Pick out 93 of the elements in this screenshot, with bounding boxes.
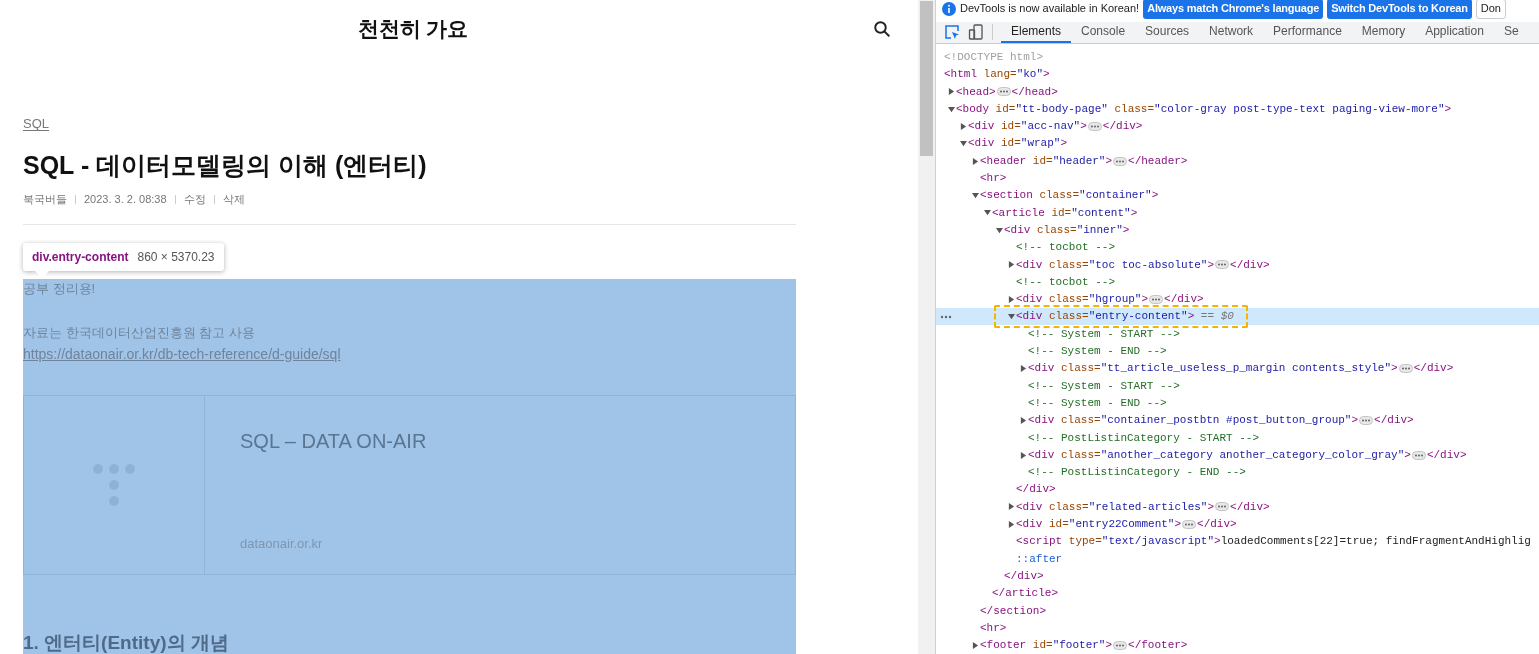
infobar-button[interactable]: Switch DevTools to Korean	[1327, 0, 1472, 19]
dom-node-row[interactable]: <footer id="footer"> </footer>	[936, 636, 1539, 654]
disclosure-triangle-icon[interactable]	[984, 209, 991, 217]
dom-node-row[interactable]: <head> </head>	[936, 83, 1539, 101]
devtools-tab[interactable]: Memory	[1351, 22, 1416, 43]
devtools-tab[interactable]: Sources	[1135, 22, 1200, 43]
dom-close-tag[interactable]: </div>	[936, 481, 1539, 499]
infobar-message: DevTools is now available in Korean!	[960, 1, 1140, 17]
collapsed-content-icon[interactable]	[1149, 294, 1164, 304]
collapsed-content-icon[interactable]	[1182, 519, 1197, 529]
post-action-link[interactable]: 삭제	[222, 191, 245, 208]
devtools-tab[interactable]: Network	[1199, 22, 1264, 43]
dom-node-row[interactable]: <!-- tocbot -->	[936, 273, 1539, 291]
dom-close-tag[interactable]: </article>	[936, 584, 1539, 603]
dom-node-row[interactable]: <div id="entry22Comment"> </div>	[936, 515, 1539, 533]
collapsed-content-icon[interactable]	[1215, 260, 1230, 270]
disclosure-triangle-icon[interactable]	[1020, 451, 1027, 459]
dom-node-row[interactable]: <div class="container_postbtn #post_button_group"> </div>	[936, 411, 1539, 430]
dom-close-tag[interactable]: </section>	[936, 602, 1539, 620]
dom-node-row[interactable]: <div id="wrap">	[936, 135, 1539, 153]
element-size: 860 × 5370.23	[137, 248, 215, 266]
dom-node-row[interactable]: <div class="related-articles"> </div>	[936, 498, 1539, 516]
dom-node-row[interactable]: <!-- PostListinCategory - END -->	[936, 463, 1539, 482]
disclosure-triangle-icon[interactable]	[972, 641, 979, 649]
dom-node-row[interactable]: <div class="inner">	[936, 221, 1539, 239]
section-heading: 1. 엔터티(Entity)의 개념	[23, 630, 230, 654]
disclosure-triangle-icon[interactable]	[1008, 503, 1015, 511]
dom-node-row[interactable]: <div id="acc-nav"> </div>	[936, 117, 1539, 136]
search-icon[interactable]	[873, 20, 891, 38]
paragraph: 자료는 한국데이터산업진흥원 참고 사용	[23, 323, 256, 342]
devtools-tab[interactable]: Se	[1493, 22, 1529, 43]
device-toolbar-icon[interactable]	[968, 24, 984, 41]
dom-node-row[interactable]: <div class="tt_article_useless_p_margin contents_style"> </div>	[936, 359, 1539, 378]
dom-node-row[interactable]: <script type="text/javascript">loadedComments[22]=true; findFragmentAndHighlig	[936, 532, 1539, 551]
dom-node-row[interactable]: <!-- System - END -->	[936, 342, 1539, 360]
dom-node-row[interactable]: <section class="container">	[936, 187, 1539, 205]
disclosure-triangle-icon[interactable]	[1020, 365, 1027, 373]
disclosure-triangle-icon[interactable]	[1008, 295, 1015, 303]
collapsed-content-icon[interactable]	[1398, 364, 1413, 374]
dom-node-row[interactable]: <hr>	[936, 169, 1539, 187]
post-action-link[interactable]: 수정	[183, 191, 206, 208]
dom-node-row[interactable]: <header id="header"> </header>	[936, 152, 1539, 170]
collapsed-content-icon[interactable]	[1087, 121, 1102, 131]
dismiss-button[interactable]: Don	[1475, 0, 1506, 19]
collapsed-content-icon[interactable]	[1215, 502, 1230, 512]
disclosure-triangle-icon[interactable]	[1008, 261, 1015, 269]
devtools-tab[interactable]: Application	[1415, 22, 1494, 43]
disclosure-triangle-icon[interactable]	[1008, 313, 1015, 321]
disclosure-triangle-icon[interactable]	[972, 157, 979, 165]
dom-node-row[interactable]: <!-- tocbot -->	[936, 238, 1539, 257]
disclosure-triangle-icon[interactable]	[1020, 417, 1027, 424]
devtools-tab[interactable]: Performance	[1263, 22, 1352, 43]
dom-node-row[interactable]: <body id="tt-body-page" class="color-gray post-type-text paging-view-more">	[936, 100, 1539, 118]
collapsed-content-icon[interactable]	[996, 87, 1011, 97]
link-card-domain: dataonair.or.kr	[240, 534, 324, 553]
post-author: 북국버들	[23, 192, 67, 207]
dom-node-row[interactable]: <!-- PostListinCategory - START -->	[936, 429, 1539, 447]
dom-close-tag[interactable]: </div>	[936, 567, 1539, 585]
dom-node-row[interactable]: <article id="content">	[936, 204, 1539, 222]
paragraph: 공부 정리용!	[23, 279, 97, 298]
disclosure-triangle-icon[interactable]	[996, 226, 1003, 234]
dom-node-row[interactable]: <hr>	[936, 619, 1539, 637]
collapsed-content-icon[interactable]	[1113, 640, 1128, 650]
collapsed-content-icon[interactable]	[1359, 416, 1374, 425]
disclosure-triangle-icon[interactable]	[972, 192, 979, 200]
disclosure-triangle-icon[interactable]	[1008, 520, 1015, 528]
dom-node-row[interactable]: <!-- System - START -->	[936, 377, 1539, 395]
devtools-tab[interactable]: Elements	[1001, 22, 1072, 43]
dom-node-row[interactable]: <!-- System - END -->	[936, 394, 1539, 412]
infobar-button[interactable]: Always match Chrome's language	[1143, 0, 1324, 19]
dom-node-row[interactable]: <html lang="ko">	[936, 65, 1539, 84]
disclosure-triangle-icon[interactable]	[960, 140, 967, 148]
disclosure-triangle-icon[interactable]	[948, 105, 955, 113]
devtools-tab[interactable]: Console	[1071, 22, 1136, 43]
more-options-icon[interactable]	[940, 315, 952, 320]
disclosure-triangle-icon[interactable]	[948, 88, 955, 96]
inspect-element-icon[interactable]	[944, 24, 960, 41]
blog-title[interactable]: 천천히 가요	[357, 13, 469, 45]
dom-node-row[interactable]: <!-- System - START -->	[936, 325, 1539, 343]
dom-node-row[interactable]: ::after	[936, 550, 1539, 568]
dom-node-row[interactable]: <div class="toc toc-absolute"> </div>	[936, 256, 1539, 274]
collapsed-content-icon[interactable]	[1113, 156, 1128, 166]
post-title: SQL - 데이터모델링의 이해 (엔터티)	[23, 150, 428, 181]
element-selector: div.entry-content	[32, 248, 129, 266]
dom-node-row[interactable]: <div class="entry-content"> == $0	[936, 308, 1539, 326]
dom-node-row[interactable]: <div class="another_category another_category_color_gray"> </div>	[936, 446, 1539, 464]
category-link[interactable]: SQL	[23, 116, 49, 131]
dom-node-row[interactable]: <div class="hgroup"> </div>	[936, 290, 1539, 309]
collapsed-content-icon[interactable]	[1411, 450, 1426, 460]
disclosure-triangle-icon[interactable]	[960, 122, 967, 130]
scrollbar[interactable]	[918, 0, 935, 654]
link-card-title: SQL – DATA ON-AIR	[240, 428, 427, 454]
post-date: 2023. 3. 2. 08:38	[84, 192, 167, 207]
